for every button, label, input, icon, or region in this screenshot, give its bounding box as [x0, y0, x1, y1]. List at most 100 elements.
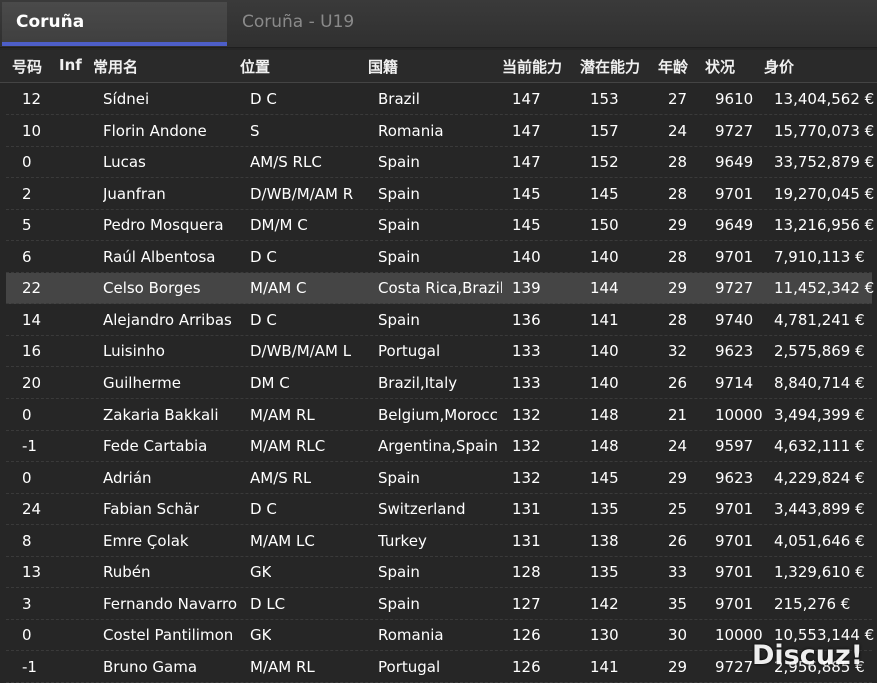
row-name: Zakaria Bakkali	[103, 405, 219, 424]
row-nationality: Turkey	[378, 531, 427, 550]
row-condition: 9701	[715, 184, 754, 203]
row-potential-ability: 153	[590, 90, 619, 108]
row-nationality: Spain	[378, 310, 420, 329]
row-potential-ability: 140	[590, 247, 619, 266]
row-nationality: Portugal	[378, 342, 441, 361]
row-current-ability: 131	[512, 500, 541, 519]
row-number: 3	[22, 594, 32, 613]
row-value: 215,276 €	[774, 594, 851, 613]
table-row[interactable]: 16 Luisinho D/WB/M/AM L Portugal 133 140 32 962…	[6, 336, 872, 368]
row-number: 20	[22, 373, 42, 392]
table-row[interactable]: 22 Celso Borges M/AM C Costa Rica,Brazil 139…	[6, 273, 874, 305]
column-header-position[interactable]: 位置	[240, 56, 270, 77]
row-number: 6	[22, 247, 32, 266]
table-row[interactable]: 20 Guilherme DM C Brazil,Italy 133 140 26 9714 8…	[6, 368, 872, 399]
tab-coruna-u19[interactable]: Coruña - U19	[228, 2, 478, 46]
row-current-ability: 145	[512, 184, 541, 203]
row-nationality: Costa Rica,Brazil	[378, 279, 502, 298]
row-position: GK	[250, 563, 272, 582]
row-number: 8	[22, 531, 32, 550]
table-row[interactable]: 8 Emre Çolak M/AM LC Turkey 131 138 26 9701 4,05…	[6, 526, 872, 557]
table-row[interactable]: 0 Zakaria Bakkali M/AM RL Belgium,Morocc 132…	[6, 400, 872, 431]
column-header-current-ability[interactable]: 当前能力	[502, 56, 562, 77]
row-potential-ability: 140	[590, 342, 619, 361]
row-potential-ability: 141	[590, 310, 619, 329]
row-name: Costel Pantilimon	[103, 626, 234, 645]
row-condition: 9701	[715, 594, 754, 613]
row-potential-ability: 150	[590, 216, 619, 235]
column-header-name[interactable]: 常用名	[93, 56, 138, 77]
row-potential-ability: 141	[590, 657, 619, 676]
row-current-ability: 147	[512, 121, 541, 140]
row-value: 7,910,113 €	[774, 247, 865, 266]
row-value: 19,270,045 €	[774, 184, 875, 203]
column-header-condition[interactable]: 状况	[705, 56, 735, 77]
row-potential-ability: 138	[590, 531, 619, 550]
column-header-potential-ability[interactable]: 潜在能力	[580, 56, 640, 77]
table-row[interactable]: -1 Bruno Gama M/AM RL Portugal 126 141 29 9727 2…	[6, 652, 872, 683]
row-current-ability: 140	[512, 247, 541, 266]
table-row[interactable]: 12 Sídnei D C Brazil 147 153 27 9610 13,404,562 …	[6, 84, 875, 115]
column-header-number[interactable]: 号码	[12, 56, 42, 77]
row-value: 4,051,646 €	[774, 531, 865, 550]
row-value: 3,494,399 €	[774, 405, 865, 424]
row-condition: 9610	[715, 90, 754, 108]
table-row[interactable]: 14 Alejandro Arribas D C Spain 136 141 28 9740 4…	[6, 305, 872, 336]
row-potential-ability: 130	[590, 626, 619, 645]
row-number: -1	[22, 657, 37, 676]
table-row[interactable]: 24 Fabian Schär D C Switzerland 131 135 25 9701…	[6, 494, 872, 526]
row-nationality: Portugal	[378, 657, 441, 676]
row-condition: 9701	[715, 563, 754, 582]
row-number: 0	[22, 405, 32, 424]
row-age: 26	[668, 373, 688, 392]
row-position: M/AM RLC	[250, 437, 326, 456]
row-position: M/AM LC	[250, 531, 315, 550]
row-age: 29	[668, 216, 688, 235]
row-current-ability: 126	[512, 626, 541, 645]
column-header-nationality[interactable]: 国籍	[368, 56, 398, 77]
row-potential-ability: 140	[590, 373, 619, 392]
row-position: DM C	[250, 373, 290, 392]
row-position: D C	[250, 90, 277, 108]
table-row[interactable]: 6 Raúl Albentosa D C Spain 140 140 28 9701 7,910…	[6, 242, 872, 273]
row-nationality: Spain	[378, 216, 420, 235]
row-current-ability: 132	[512, 468, 541, 487]
column-header-age[interactable]: 年龄	[658, 56, 688, 77]
table-row[interactable]: 0 Lucas AM/S RLC Spain 147 152 28 9649 33,752,87…	[6, 147, 874, 179]
table-row[interactable]: 0 Adrián AM/S RL Spain 132 145 29 9623 4,229,824…	[6, 463, 872, 494]
row-nationality: Brazil,Italy	[378, 373, 458, 392]
row-age: 24	[668, 121, 688, 140]
table-row[interactable]: 3 Fernando Navarro D LC Spain 127 142 35 9701 21…	[6, 589, 872, 620]
table-row[interactable]: -1 Fede Cartabia M/AM RLC Argentina,Spain 13…	[6, 431, 872, 463]
column-header-value[interactable]: 身价	[764, 56, 794, 77]
row-age: 25	[668, 500, 688, 519]
column-header-inf[interactable]: Inf	[59, 56, 82, 74]
table-row[interactable]: 13 Rubén GK Spain 128 135 33 9701 1,329,610 €	[6, 557, 872, 589]
row-position: M/AM C	[250, 279, 307, 298]
row-value: 4,229,824 €	[774, 468, 865, 487]
row-condition: 9740	[715, 310, 754, 329]
row-position: D C	[250, 310, 277, 329]
row-name: Luisinho	[103, 342, 165, 361]
row-number: 2	[22, 184, 32, 203]
row-value: 13,404,562 €	[774, 90, 875, 108]
row-age: 30	[668, 626, 688, 645]
row-age: 24	[668, 437, 688, 456]
row-position: AM/S RLC	[250, 153, 322, 172]
tab-coruna[interactable]: Coruña	[2, 2, 227, 46]
row-number: 0	[22, 468, 32, 487]
table-row[interactable]: 2 Juanfran D/WB/M/AM R Spain 145 145 28 9701 19,…	[6, 179, 875, 210]
row-age: 27	[668, 90, 688, 108]
row-condition: 9727	[715, 657, 754, 676]
row-nationality: Belgium,Morocc	[378, 405, 498, 424]
table-row[interactable]: 5 Pedro Mosquera DM/M C Spain 145 150 29 9649 13…	[6, 210, 874, 242]
table-row[interactable]: 0 Costel Pantilimon GK Romania 126 130 30 10000…	[6, 620, 874, 652]
table-row[interactable]: 10 Florin Andone S Romania 147 157 24 9727 15,77…	[6, 116, 874, 147]
row-condition: 9727	[715, 121, 754, 140]
row-condition: 9727	[715, 279, 754, 298]
row-current-ability: 147	[512, 153, 541, 172]
row-age: 28	[668, 153, 688, 172]
row-nationality: Spain	[378, 563, 420, 582]
row-name: Pedro Mosquera	[103, 216, 224, 235]
row-condition: 9701	[715, 247, 754, 266]
